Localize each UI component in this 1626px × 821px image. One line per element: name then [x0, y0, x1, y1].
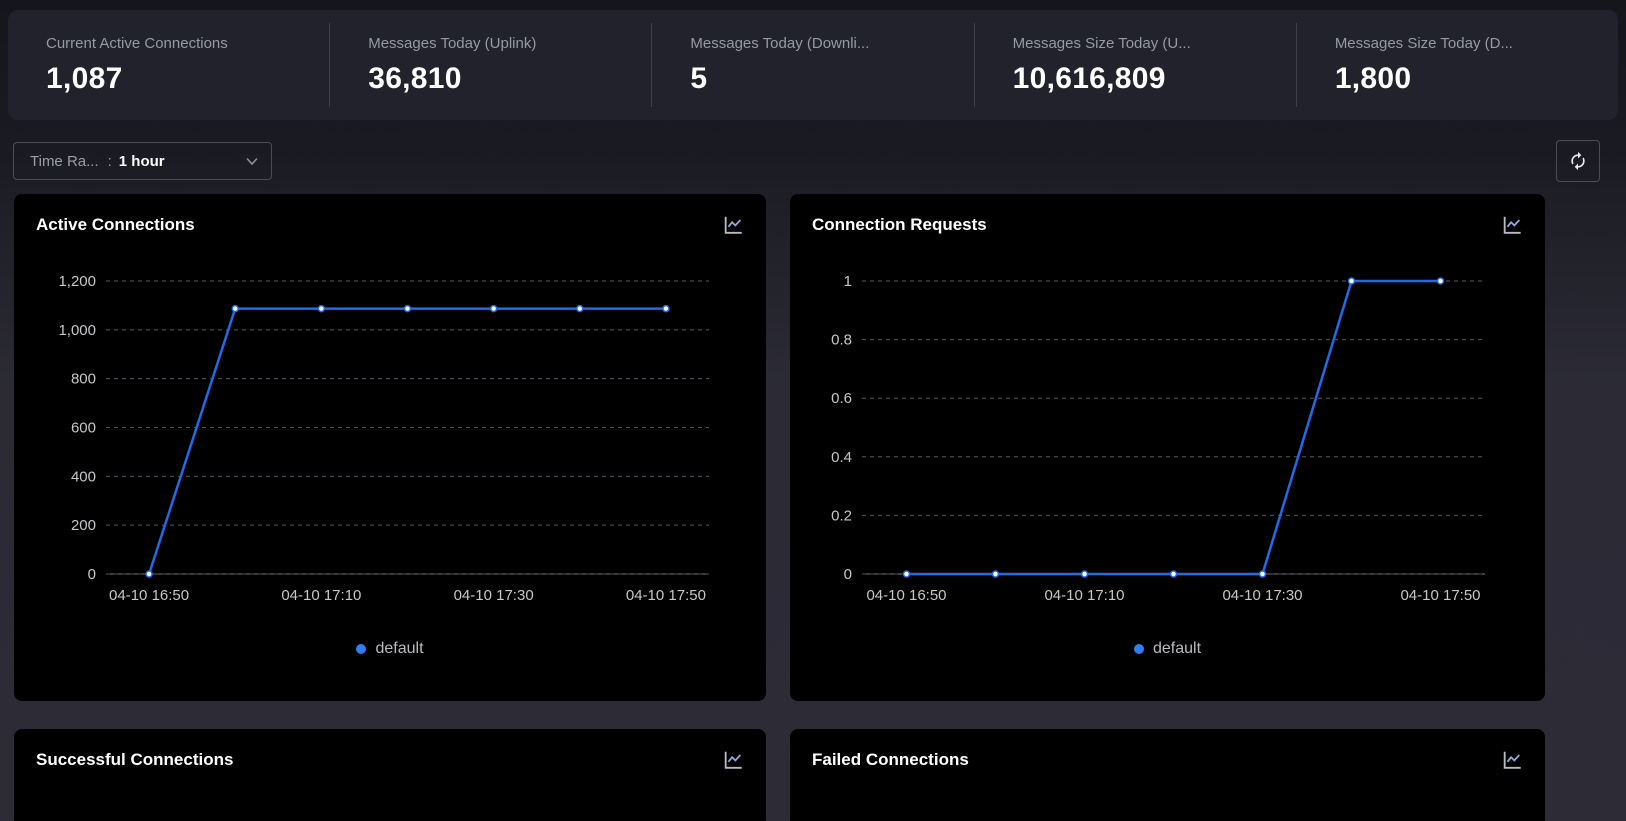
legend-label: default — [375, 640, 423, 658]
svg-text:1: 1 — [844, 273, 852, 290]
stat-messages-size-today-uplink: Messages Size Today (U... 10,616,809 — [974, 23, 1296, 107]
stat-value: 10,616,809 — [1013, 62, 1296, 96]
legend-dot — [1134, 644, 1144, 654]
svg-text:200: 200 — [71, 517, 96, 534]
stat-label: Messages Size Today (U... — [1013, 35, 1296, 52]
svg-text:04-10 16:50: 04-10 16:50 — [109, 587, 189, 604]
chart-canvas[interactable]: 0 200 400 600 800 1,000 1,200 04-10 16:50 04-10 … — [36, 248, 744, 610]
svg-text:04-10 16:50: 04-10 16:50 — [866, 587, 946, 604]
card-failed-connections: Failed Connections — [790, 729, 1545, 821]
card-title: Active Connections — [36, 215, 195, 235]
svg-text:0.2: 0.2 — [831, 507, 852, 524]
stat-label: Messages Today (Uplink) — [368, 35, 651, 52]
chart-canvas[interactable]: 0 0.2 0.4 0.6 0.8 1 04-10 16:50 04-10 17:10 04-1… — [812, 248, 1523, 610]
time-range-select[interactable]: Time Ra... : 1 hour — [13, 142, 272, 180]
svg-text:1,000: 1,000 — [58, 322, 96, 339]
monitoring-dashboard: Current Active Connections 1,087 Message… — [0, 10, 1626, 821]
time-range-value: 1 hour — [119, 153, 165, 170]
stat-current-active-connections: Current Active Connections 1,087 — [8, 23, 329, 107]
stats-bar: Current Active Connections 1,087 Message… — [8, 10, 1618, 120]
svg-text:1,200: 1,200 — [58, 273, 96, 290]
stat-label: Messages Size Today (D... — [1335, 35, 1618, 52]
stat-value: 5 — [690, 62, 973, 96]
svg-text:0.4: 0.4 — [831, 449, 852, 466]
legend-label: default — [1153, 640, 1201, 658]
legend-dot — [356, 644, 366, 654]
card-title: Failed Connections — [812, 750, 969, 770]
svg-text:400: 400 — [71, 468, 96, 485]
stat-value: 1,800 — [1335, 62, 1618, 96]
svg-text:04-10 17:10: 04-10 17:10 — [1044, 587, 1124, 604]
svg-text:0: 0 — [844, 566, 852, 583]
time-range-separator: : — [108, 153, 112, 170]
stat-value: 36,810 — [368, 62, 651, 96]
svg-text:600: 600 — [71, 420, 96, 437]
card-title: Successful Connections — [36, 750, 233, 770]
stat-messages-size-today-downlink: Messages Size Today (D... 1,800 — [1296, 23, 1618, 107]
refresh-icon — [1568, 151, 1588, 171]
svg-text:04-10 17:30: 04-10 17:30 — [1222, 587, 1302, 604]
svg-text:800: 800 — [71, 371, 96, 388]
svg-text:04-10 17:50: 04-10 17:50 — [1400, 587, 1480, 604]
stat-messages-today-downlink: Messages Today (Downli... 5 — [651, 23, 973, 107]
line-chart-icon[interactable] — [722, 214, 744, 236]
card-connection-requests: Connection Requests 0 0.2 0.4 0.6 0.8 1 04-10 … — [790, 194, 1545, 701]
stat-messages-today-uplink: Messages Today (Uplink) 36,810 — [329, 23, 651, 107]
stat-label: Current Active Connections — [46, 35, 329, 52]
chevron-down-icon — [245, 154, 259, 168]
charts-grid: Active Connections 0 200 400 600 800 1,000 1,2… — [14, 194, 1626, 821]
svg-text:04-10 17:30: 04-10 17:30 — [454, 587, 534, 604]
legend-item-default[interactable]: default — [36, 640, 744, 658]
svg-text:0.8: 0.8 — [831, 332, 852, 349]
card-active-connections: Active Connections 0 200 400 600 800 1,000 1,2… — [14, 194, 766, 701]
line-chart-icon[interactable] — [1501, 214, 1523, 236]
card-successful-connections: Successful Connections — [14, 729, 766, 821]
svg-text:04-10 17:50: 04-10 17:50 — [626, 587, 706, 604]
time-range-label: Time Ra... — [30, 153, 99, 170]
legend-item-default[interactable]: default — [812, 640, 1523, 658]
stat-value: 1,087 — [46, 62, 329, 96]
line-chart-icon[interactable] — [1501, 749, 1523, 771]
refresh-button[interactable] — [1556, 140, 1600, 182]
svg-text:0.6: 0.6 — [831, 390, 852, 407]
stat-label: Messages Today (Downli... — [690, 35, 973, 52]
toolbar: Time Ra... : 1 hour — [13, 140, 1600, 182]
card-title: Connection Requests — [812, 215, 987, 235]
line-chart-icon[interactable] — [722, 749, 744, 771]
svg-text:04-10 17:10: 04-10 17:10 — [281, 587, 361, 604]
svg-text:0: 0 — [88, 566, 96, 583]
